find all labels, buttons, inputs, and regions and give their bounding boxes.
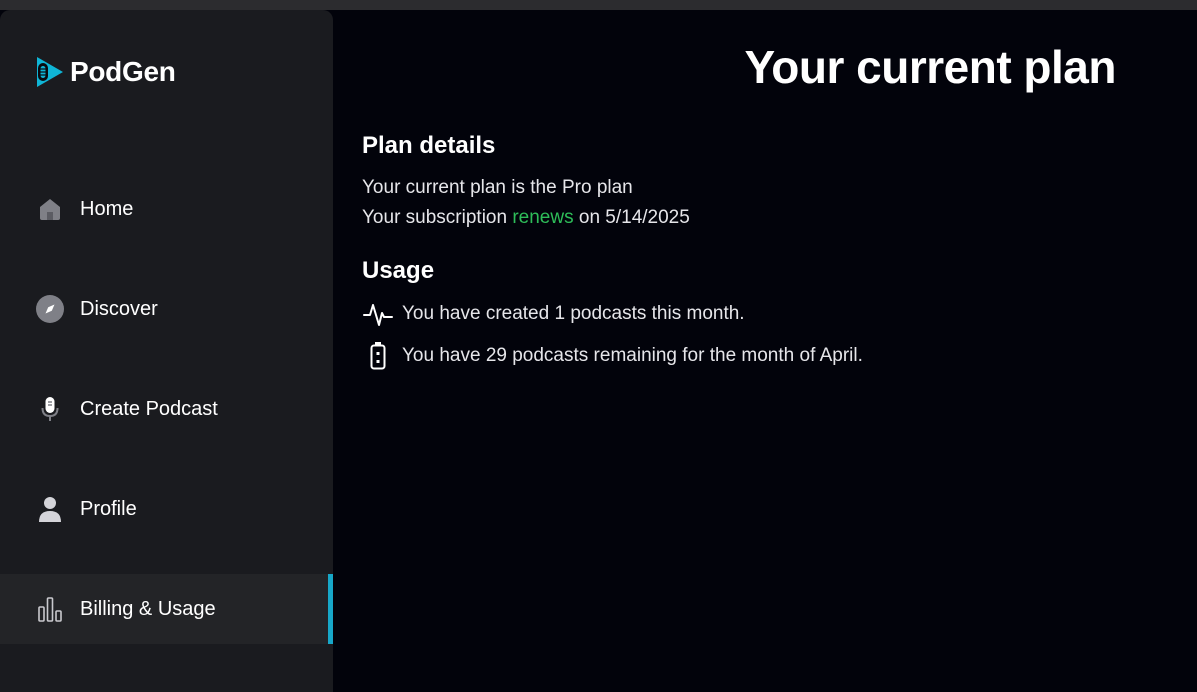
sidebar-item-label: Create Podcast	[80, 397, 218, 420]
sidebar-item-label: Discover	[80, 297, 158, 320]
browser-top-strip	[0, 0, 1197, 10]
usage-created-text: You have created 1 podcasts this month.	[402, 303, 745, 324]
renew-date: on 5/14/2025	[578, 207, 690, 228]
renew-prefix: Your subscription	[362, 207, 508, 228]
page-title: Your current plan	[744, 41, 1117, 93]
sidebar-item-label: Billing & Usage	[80, 597, 216, 620]
current-plan-text: Your current plan is the Pro plan	[362, 177, 633, 198]
usage-created-row: You have created 1 podcasts this month.	[362, 298, 745, 330]
sidebar: PodGen Home Discover Create Podcast Prof…	[0, 10, 333, 692]
bar-chart-icon	[34, 593, 66, 625]
sidebar-item-label: Home	[80, 197, 134, 220]
battery-icon	[362, 340, 394, 372]
sidebar-item-home[interactable]: Home	[0, 174, 333, 244]
usage-remaining-row: You have 29 podcasts remaining for the m…	[362, 340, 863, 372]
user-icon	[34, 493, 66, 525]
subscription-renewal-text: Your subscription renews on 5/14/2025	[362, 207, 690, 229]
home-icon	[34, 193, 66, 225]
microphone-icon	[34, 393, 66, 425]
renews-highlight: renews	[512, 207, 574, 228]
app-window: PodGen Home Discover Create Podcast Prof…	[0, 10, 1197, 692]
sidebar-item-discover[interactable]: Discover	[0, 274, 333, 344]
main-content: Your current plan Plan details Your curr…	[333, 10, 1197, 692]
sidebar-item-label: Profile	[80, 497, 137, 520]
sidebar-item-profile[interactable]: Profile	[0, 474, 333, 544]
podgen-logo-icon	[37, 57, 63, 87]
plan-details-heading: Plan details	[362, 132, 496, 159]
usage-heading: Usage	[362, 257, 435, 284]
usage-remaining-text: You have 29 podcasts remaining for the m…	[402, 345, 863, 366]
activity-pulse-icon	[362, 298, 394, 330]
sidebar-item-billing-usage[interactable]: Billing & Usage	[0, 574, 333, 644]
brand-name: PodGen	[70, 56, 176, 87]
sidebar-item-create-podcast[interactable]: Create Podcast	[0, 374, 333, 444]
brand-logo[interactable]: PodGen	[34, 54, 176, 90]
compass-icon	[34, 293, 66, 325]
